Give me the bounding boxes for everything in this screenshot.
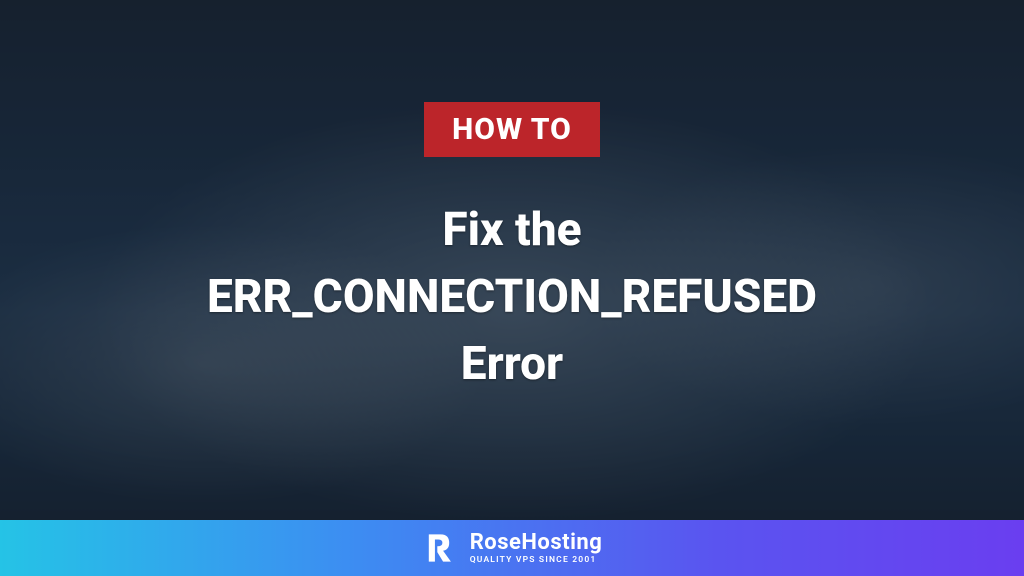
- brand-text: RoseHosting QUALITY VPS SINCE 2001: [470, 532, 603, 565]
- hero-banner: HOW TO Fix the ERR_CONNECTION_REFUSED Er…: [0, 0, 1024, 520]
- title-line-2: ERR_CONNECTION_REFUSED: [207, 264, 817, 331]
- article-title: Fix the ERR_CONNECTION_REFUSED Error: [207, 197, 817, 397]
- brand-footer: RoseHosting QUALITY VPS SINCE 2001: [0, 520, 1024, 576]
- howto-badge: HOW TO: [424, 102, 600, 157]
- hero-content: HOW TO Fix the ERR_CONNECTION_REFUSED Er…: [207, 102, 817, 397]
- title-line-3: Error: [207, 331, 817, 398]
- brand-tagline: QUALITY VPS SINCE 2001: [470, 556, 603, 565]
- rosehosting-logo-icon: [422, 531, 456, 565]
- brand-name: RoseHosting: [470, 532, 603, 554]
- title-line-1: Fix the: [207, 197, 817, 264]
